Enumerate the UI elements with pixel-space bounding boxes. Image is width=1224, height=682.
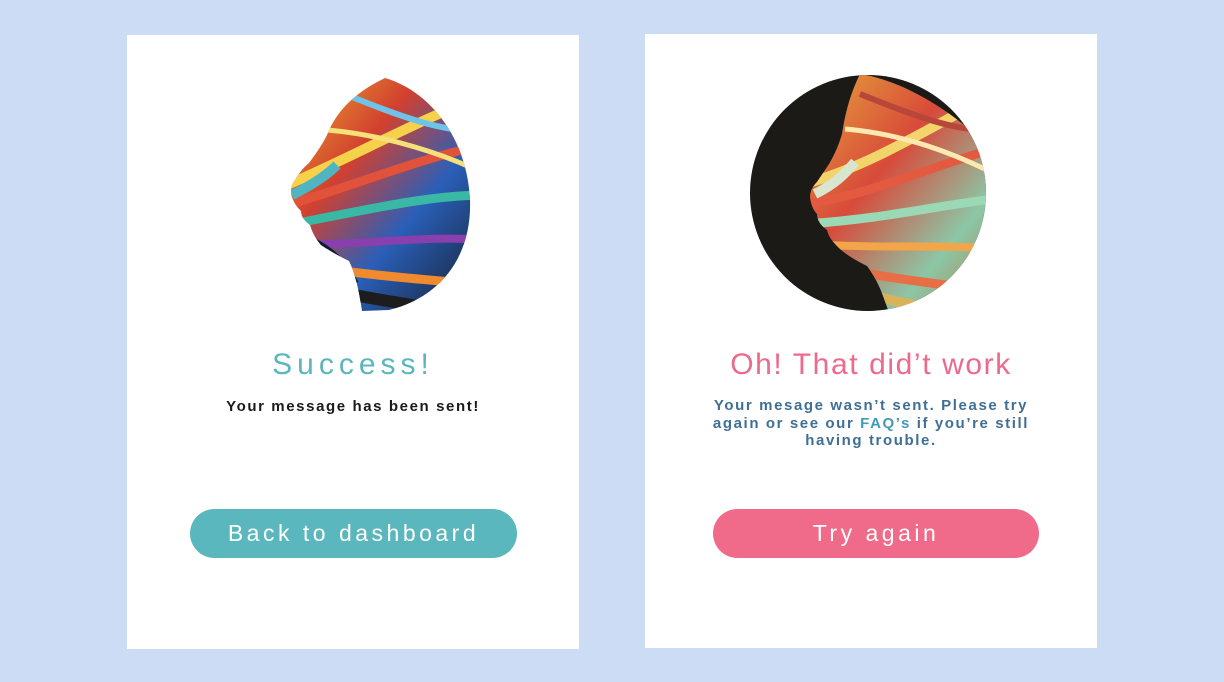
try-again-button[interactable]: Try again (713, 509, 1039, 558)
error-message: Your mesage wasn’t sent. Please try agai… (693, 397, 1049, 450)
success-card: Success! Your message has been sent! Bac… (127, 35, 579, 649)
error-title: Oh! That did’t work (730, 348, 1012, 381)
profile-head-art-icon (291, 78, 471, 311)
back-to-dashboard-button[interactable]: Back to dashboard (190, 509, 517, 558)
success-message: Your message has been sent! (226, 398, 480, 415)
profile-head-art-icon (750, 75, 986, 311)
error-card: Oh! That did’t work Your mesage wasn’t s… (645, 34, 1097, 648)
faq-link[interactable]: FAQ’s (860, 415, 911, 432)
success-title: Success! (272, 348, 434, 381)
